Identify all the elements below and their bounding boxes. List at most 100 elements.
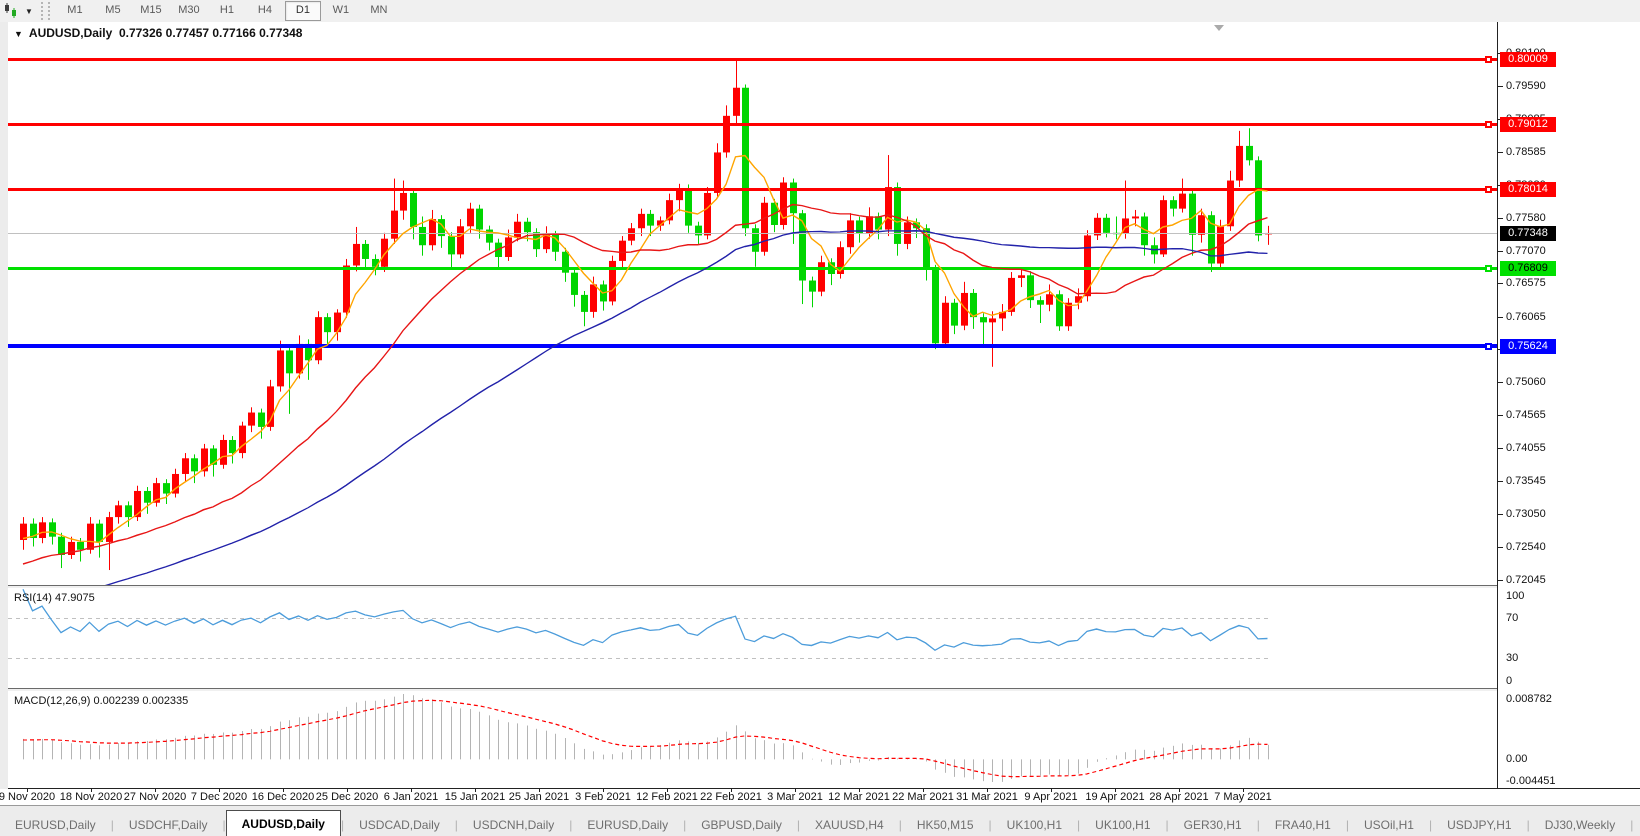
rsi-level-label: 30: [1506, 652, 1518, 664]
chart-tab-gbpusd-daily[interactable]: GBPUSD,Daily: [686, 814, 797, 836]
macd-axis-label: 0.00: [1506, 753, 1527, 765]
chart-tab-audusd-daily[interactable]: AUDUSD,Daily: [226, 810, 341, 836]
chart-tab-hk50-m15[interactable]: HK50,M15: [902, 814, 989, 836]
chart-tab-fra40-h1[interactable]: FRA40,H1: [1260, 814, 1346, 836]
price-tick-label: 0.78585: [1506, 146, 1546, 158]
price-tick-label: 0.77070: [1506, 245, 1546, 257]
timeframe-button-h1[interactable]: H1: [209, 1, 245, 21]
timeframe-button-m1[interactable]: M1: [57, 1, 93, 21]
date-tick-label: 22 Feb 2021: [700, 791, 762, 803]
chart-tab-uk100-h1[interactable]: UK100,H1: [1080, 814, 1165, 836]
tab-items: EURUSD,Daily|USDCHF,Daily|AUDUSD,Daily|U…: [0, 810, 1640, 836]
chart-tab-uk100-h1[interactable]: UK100,H1: [992, 814, 1077, 836]
price-tick-mark: [1498, 218, 1503, 219]
date-tick-label: 12 Feb 2021: [636, 791, 698, 803]
rsi-level-label: 0: [1506, 675, 1512, 687]
date-tick-label: 19 Apr 2021: [1085, 791, 1144, 803]
date-tick-label: 7 May 2021: [1214, 791, 1271, 803]
price-tick-label: 0.72045: [1506, 574, 1546, 586]
chart-shift-marker[interactable]: [1214, 25, 1224, 31]
date-tick-label: 27 Nov 2020: [124, 791, 186, 803]
price-tick-label: 0.77580: [1506, 212, 1546, 224]
price-tick-mark: [1498, 514, 1503, 515]
toolbar-grip-handle[interactable]: [41, 2, 50, 20]
chart-tab-usdcad-daily[interactable]: USDCAD,Daily: [344, 814, 455, 836]
price-level-badge: 0.80009: [1500, 52, 1556, 67]
main-price-chart[interactable]: [8, 22, 1497, 585]
macd-indicator-chart[interactable]: [8, 691, 1497, 788]
chart-tab-eurusd-daily[interactable]: EURUSD,Daily: [0, 814, 111, 836]
price-tick-mark: [1498, 448, 1503, 449]
timeframe-button-m30[interactable]: M30: [171, 1, 207, 21]
chart-tab-xauusd-h4[interactable]: XAUUSD,H4: [800, 814, 899, 836]
macd-axis-label: 0.008782: [1506, 693, 1552, 705]
chart-tab-usdchf-daily[interactable]: USDCHF,Daily: [114, 814, 223, 836]
price-tick-label: 0.76065: [1506, 311, 1546, 323]
price-tick-mark: [1498, 382, 1503, 383]
date-tick-label: 3 Feb 2021: [575, 791, 631, 803]
chart-tab-ger30-h1[interactable]: GER30,H1: [1169, 814, 1257, 836]
date-tick-label: 16 Dec 2020: [252, 791, 314, 803]
price-tick-label: 0.76575: [1506, 277, 1546, 289]
date-tick-label: 31 Mar 2021: [956, 791, 1018, 803]
timeframe-button-m5[interactable]: M5: [95, 1, 131, 21]
chart-ohlc-values: 0.77326 0.77457 0.77166 0.77348: [119, 26, 303, 40]
timeframe-toolbar: ▼ M1M5M15M30H1H4D1W1MN: [0, 0, 1640, 23]
date-tick-label: 3 Mar 2021: [767, 791, 823, 803]
collapse-triangle-icon[interactable]: ▼: [14, 29, 23, 39]
price-level-badge: 0.76809: [1500, 261, 1556, 276]
chart-title: ▼ AUDUSD,Daily 0.77326 0.77457 0.77166 0.…: [14, 26, 302, 40]
date-tick-label: 25 Jan 2021: [509, 791, 570, 803]
date-tick-label: 18 Nov 2020: [60, 791, 122, 803]
date-tick-label: 7 Dec 2020: [191, 791, 247, 803]
date-tick-label: 12 Mar 2021: [828, 791, 890, 803]
price-tick-label: 0.74055: [1506, 442, 1546, 454]
timeframe-button-m15[interactable]: M15: [133, 1, 169, 21]
macd-axis-label: -0.004451: [1506, 775, 1556, 787]
timeframe-button-d1[interactable]: D1: [285, 1, 321, 21]
date-tick-label: 25 Dec 2020: [316, 791, 378, 803]
timeframe-button-mn[interactable]: MN: [361, 1, 397, 21]
rsi-label: RSI(14) 47.9075: [14, 592, 95, 604]
date-tick-label: 15 Jan 2021: [445, 791, 506, 803]
price-tick-label: 0.74565: [1506, 409, 1546, 421]
rsi-indicator-chart[interactable]: [8, 588, 1497, 688]
date-axis[interactable]: 9 Nov 2020 18 Nov 202027 Nov 2020 7 Dec 20…: [0, 789, 1640, 805]
mt4-window: ▼ M1M5M15M30H1H4D1W1MN ▼ AUDUSD,Daily 0.7…: [0, 0, 1640, 836]
chevron-down-icon[interactable]: ▼: [25, 7, 33, 16]
price-tick-mark: [1498, 283, 1503, 284]
chart-tab-usoil-h1[interactable]: USOil,H1: [1349, 814, 1429, 836]
timeframe-button-h4[interactable]: H4: [247, 1, 283, 21]
chart-periods-icon[interactable]: [3, 3, 23, 19]
price-tick-label: 0.79590: [1506, 80, 1546, 92]
chart-symbol-period: AUDUSD,Daily: [29, 26, 112, 40]
chart-tab-dj30-weekly[interactable]: DJ30,Weekly: [1530, 814, 1630, 836]
date-tick-label: 9 Nov 2020: [0, 791, 55, 803]
chart-tab-usdcnh-daily[interactable]: USDCNH,Daily: [458, 814, 569, 836]
price-tick-label: 0.75060: [1506, 376, 1546, 388]
price-tick-mark: [1498, 251, 1503, 252]
price-level-badge: 0.77348: [1500, 226, 1556, 241]
price-tick-label: 0.73545: [1506, 475, 1546, 487]
date-tick-label: 9 Apr 2021: [1024, 791, 1077, 803]
timeframe-button-w1[interactable]: W1: [323, 1, 359, 21]
chart-tab-usdjpy-h1[interactable]: USDJPY,H1: [1432, 814, 1526, 836]
price-tick-mark: [1498, 547, 1503, 548]
price-tick-mark: [1498, 580, 1503, 581]
price-tick-mark: [1498, 481, 1503, 482]
chart-tab-china300-h1[interactable]: CHINA300,H1: [1633, 814, 1640, 836]
rsi-level-label: 70: [1506, 612, 1518, 624]
date-tick-label: 22 Mar 2021: [892, 791, 954, 803]
chart-tab-bar: EURUSD,Daily|USDCHF,Daily|AUDUSD,Daily|U…: [0, 805, 1640, 836]
price-tick-label: 0.73050: [1506, 508, 1546, 520]
price-axis[interactable]: 0.801000.795900.790850.785850.780800.775…: [1498, 22, 1640, 788]
price-tick-mark: [1498, 86, 1503, 87]
price-level-badge: 0.78014: [1500, 182, 1556, 197]
macd-label: MACD(12,26,9) 0.002239 0.002335: [14, 695, 188, 707]
rsi-level-label: 100: [1506, 590, 1524, 602]
price-tick-label: 0.72540: [1506, 541, 1546, 553]
price-tick-mark: [1498, 415, 1503, 416]
date-tick-label: 6 Jan 2021: [384, 791, 438, 803]
date-tick-label: 28 Apr 2021: [1149, 791, 1208, 803]
chart-tab-eurusd-daily[interactable]: EURUSD,Daily: [572, 814, 683, 836]
